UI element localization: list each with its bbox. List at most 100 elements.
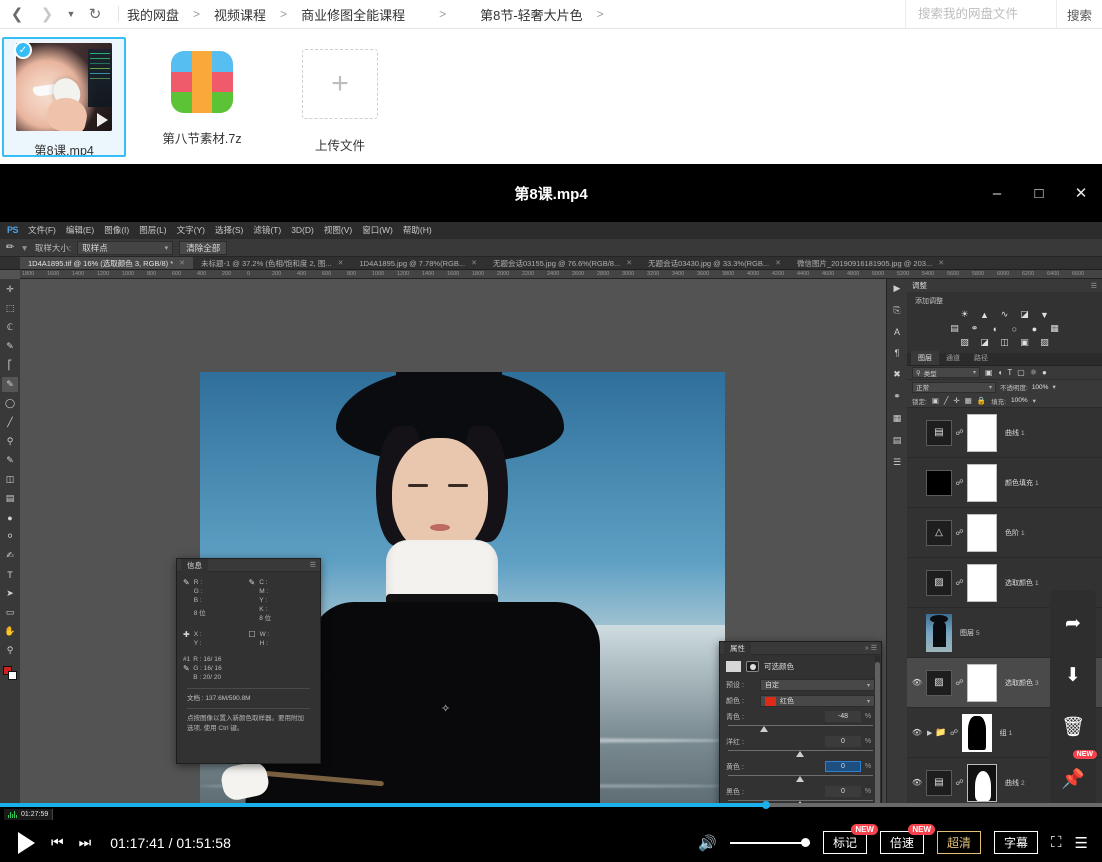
character-rail-icon[interactable]: A [894, 327, 900, 337]
color-balance-icon[interactable]: ⚭ [968, 323, 981, 334]
ps-menu-layer[interactable]: 图层(L) [134, 224, 171, 236]
vibrance-icon[interactable]: ▼ [1038, 309, 1051, 320]
ps-doc-tab-5[interactable]: 微信图片_20190916181905.jpg @ 203... ✕ [789, 257, 952, 269]
eye-icon[interactable]: 👁 [911, 678, 923, 687]
magenta-slider[interactable]: 洋红 : 0 % [726, 736, 875, 759]
volume-slider[interactable] [729, 836, 810, 850]
cyan-value[interactable]: -48 [825, 711, 861, 722]
layer-mask[interactable] [967, 463, 997, 502]
sample-size-select[interactable]: 取样点 [77, 240, 174, 255]
search-button[interactable]: 搜索 [1055, 0, 1102, 29]
link-icon[interactable]: ☍ [955, 578, 964, 587]
previous-icon[interactable]: ⏮ [51, 834, 64, 851]
group-expand-icon[interactable]: ▶ [927, 729, 932, 737]
marquee-tool-icon[interactable]: ⬚ [2, 301, 18, 316]
path-select-tool-icon[interactable]: ➤ [2, 586, 18, 601]
layer-mask[interactable] [967, 413, 997, 452]
hand-tool-icon[interactable]: ✋ [2, 624, 18, 639]
layer-row-color-fill-1[interactable]: 👁 ☍ 颜色填充 1 [907, 458, 1102, 508]
hue-saturation-icon[interactable]: ▤ [948, 323, 961, 334]
selective-color-icon[interactable]: ▨ [926, 669, 952, 696]
lock-transparent-icon[interactable]: ▣ [932, 396, 939, 405]
ps-doc-tab-close-icon[interactable]: ✕ [338, 259, 344, 267]
ps-menu-edit[interactable]: 编辑(E) [61, 224, 99, 236]
blend-mode-select[interactable]: 正常 [912, 381, 996, 393]
ps-doc-tab-1[interactable]: 未标题-1 @ 37.2% (色相/饱和度 2, 图... ✕ [193, 257, 351, 269]
tools-rail-icon[interactable]: ✖ [893, 369, 901, 380]
gradient-tool-icon[interactable]: ▤ [2, 491, 18, 506]
eye-icon[interactable]: 👁 [911, 628, 923, 637]
brushes-rail-icon[interactable]: ⚭ [893, 391, 901, 402]
shape-filter-icon[interactable]: ▢ [1017, 368, 1025, 377]
paragraph-rail-icon[interactable]: ¶ [895, 348, 900, 358]
clone-stamp-tool-icon[interactable]: ⚲ [2, 434, 18, 449]
fill-value[interactable]: 100% [1011, 397, 1028, 404]
link-icon[interactable]: ☍ [955, 428, 964, 437]
breadcrumb-item-3[interactable]: 第8节-轻奢大片色 [480, 5, 583, 24]
ps-doc-tab-2[interactable]: 1D4A1895.jpg @ 7.78%(RGB... ✕ [351, 257, 484, 269]
ps-menu-help[interactable]: 帮助(H) [398, 224, 437, 236]
ps-menu-3d[interactable]: 3D(D) [286, 225, 319, 235]
share-icon[interactable]: ➦ [1051, 598, 1095, 648]
info-panel-menu-icon[interactable]: ☰ [310, 561, 316, 569]
magenta-knob[interactable] [796, 751, 805, 757]
download-icon[interactable]: ⬇ [1051, 650, 1095, 700]
ps-doc-tab-0[interactable]: 1D4A1895.tif @ 16% (选取颜色 3, RGB/8) * ✕ [20, 257, 194, 269]
next-icon[interactable]: ⏭ [79, 834, 92, 851]
speed-button[interactable]: 倍速 NEW [879, 824, 935, 854]
volume-icon[interactable]: 🔊 [698, 834, 717, 852]
file-card-archive[interactable]: 第八节素材.7z [140, 37, 264, 157]
exposure-icon[interactable]: ◪ [1018, 309, 1031, 320]
link-icon[interactable]: ☍ [955, 478, 964, 487]
selective-color-icon[interactable]: ▨ [926, 569, 952, 596]
delete-icon[interactable]: 🗑 [1051, 702, 1095, 752]
levels-icon[interactable]: △ [926, 519, 952, 546]
layer-thumbnail-portrait[interactable] [926, 613, 952, 652]
info-panel-title[interactable]: 信息 [181, 558, 208, 572]
type-filter-icon[interactable]: T [1007, 368, 1012, 377]
magenta-value[interactable]: 0 [825, 736, 861, 747]
healing-brush-tool-icon[interactable]: ◯ [2, 396, 18, 411]
eraser-tool-icon[interactable]: ◫ [2, 472, 18, 487]
dodge-tool-icon[interactable]: ⚪ [2, 529, 18, 544]
levels-icon[interactable]: ▲ [978, 309, 991, 320]
layer-mask[interactable] [967, 563, 997, 602]
tab-channels[interactable]: 通道 [939, 351, 967, 365]
history-rail-icon[interactable]: ⎘ [893, 305, 900, 316]
ps-menu-window[interactable]: 窗口(W) [357, 224, 398, 236]
tab-layers[interactable]: 图层 [911, 351, 939, 365]
curves-icon[interactable]: ▤ [926, 769, 952, 796]
curves-icon[interactable]: ∿ [998, 309, 1011, 320]
lock-position-icon[interactable]: ✛ [953, 396, 959, 405]
eye-icon[interactable]: 👁 [911, 428, 923, 437]
quality-button[interactable]: 超清 [937, 831, 982, 854]
play-icon[interactable] [18, 831, 35, 854]
brush-tool-icon[interactable]: ╱ [2, 415, 18, 430]
ps-doc-tab-3[interactable]: 无题会话03155.jpg @ 76.6%(RGB/8... ✕ [485, 257, 640, 269]
link-icon[interactable]: ☍ [955, 778, 964, 787]
color-lookup-icon[interactable]: ▦ [1048, 323, 1061, 334]
layer-mask[interactable] [967, 763, 997, 802]
properties-panel-title[interactable]: 属性 [724, 641, 751, 655]
type-tool-icon[interactable]: T [2, 567, 18, 582]
subtitle-button[interactable]: 字幕 [994, 831, 1039, 854]
play-rail-icon[interactable]: ▶ [894, 283, 901, 294]
libraries-rail-icon[interactable]: ☰ [893, 457, 901, 468]
layer-row-levels-1[interactable]: 👁 △ ☍ 色阶 1 [907, 508, 1102, 558]
fill-caret-icon[interactable]: ▾ [1033, 397, 1036, 405]
layer-row-curves-1[interactable]: 👁 ▤ ☍ 曲线 1 [907, 408, 1102, 458]
breadcrumb-item-0[interactable]: 我的网盘 [127, 5, 179, 24]
crop-tool-icon[interactable]: ⎡ [2, 358, 18, 373]
play-overlay-icon[interactable] [97, 113, 108, 127]
ps-menu-filter[interactable]: 滤镜(T) [248, 224, 286, 236]
adjustments-menu-icon[interactable]: ☰ [1091, 282, 1097, 290]
threshold-icon[interactable]: ◫ [998, 337, 1011, 348]
yellow-value[interactable]: 0 [825, 761, 861, 772]
grid-rail-icon[interactable]: ▦ [893, 413, 902, 424]
quick-select-tool-icon[interactable]: ✎ [2, 339, 18, 354]
search-input[interactable] [905, 0, 1056, 28]
color-swatches[interactable] [3, 666, 17, 680]
eye-icon[interactable]: 👁 [911, 728, 923, 737]
ps-menu-select[interactable]: 选择(S) [210, 224, 248, 236]
minimize-icon[interactable]: – [986, 182, 1008, 204]
